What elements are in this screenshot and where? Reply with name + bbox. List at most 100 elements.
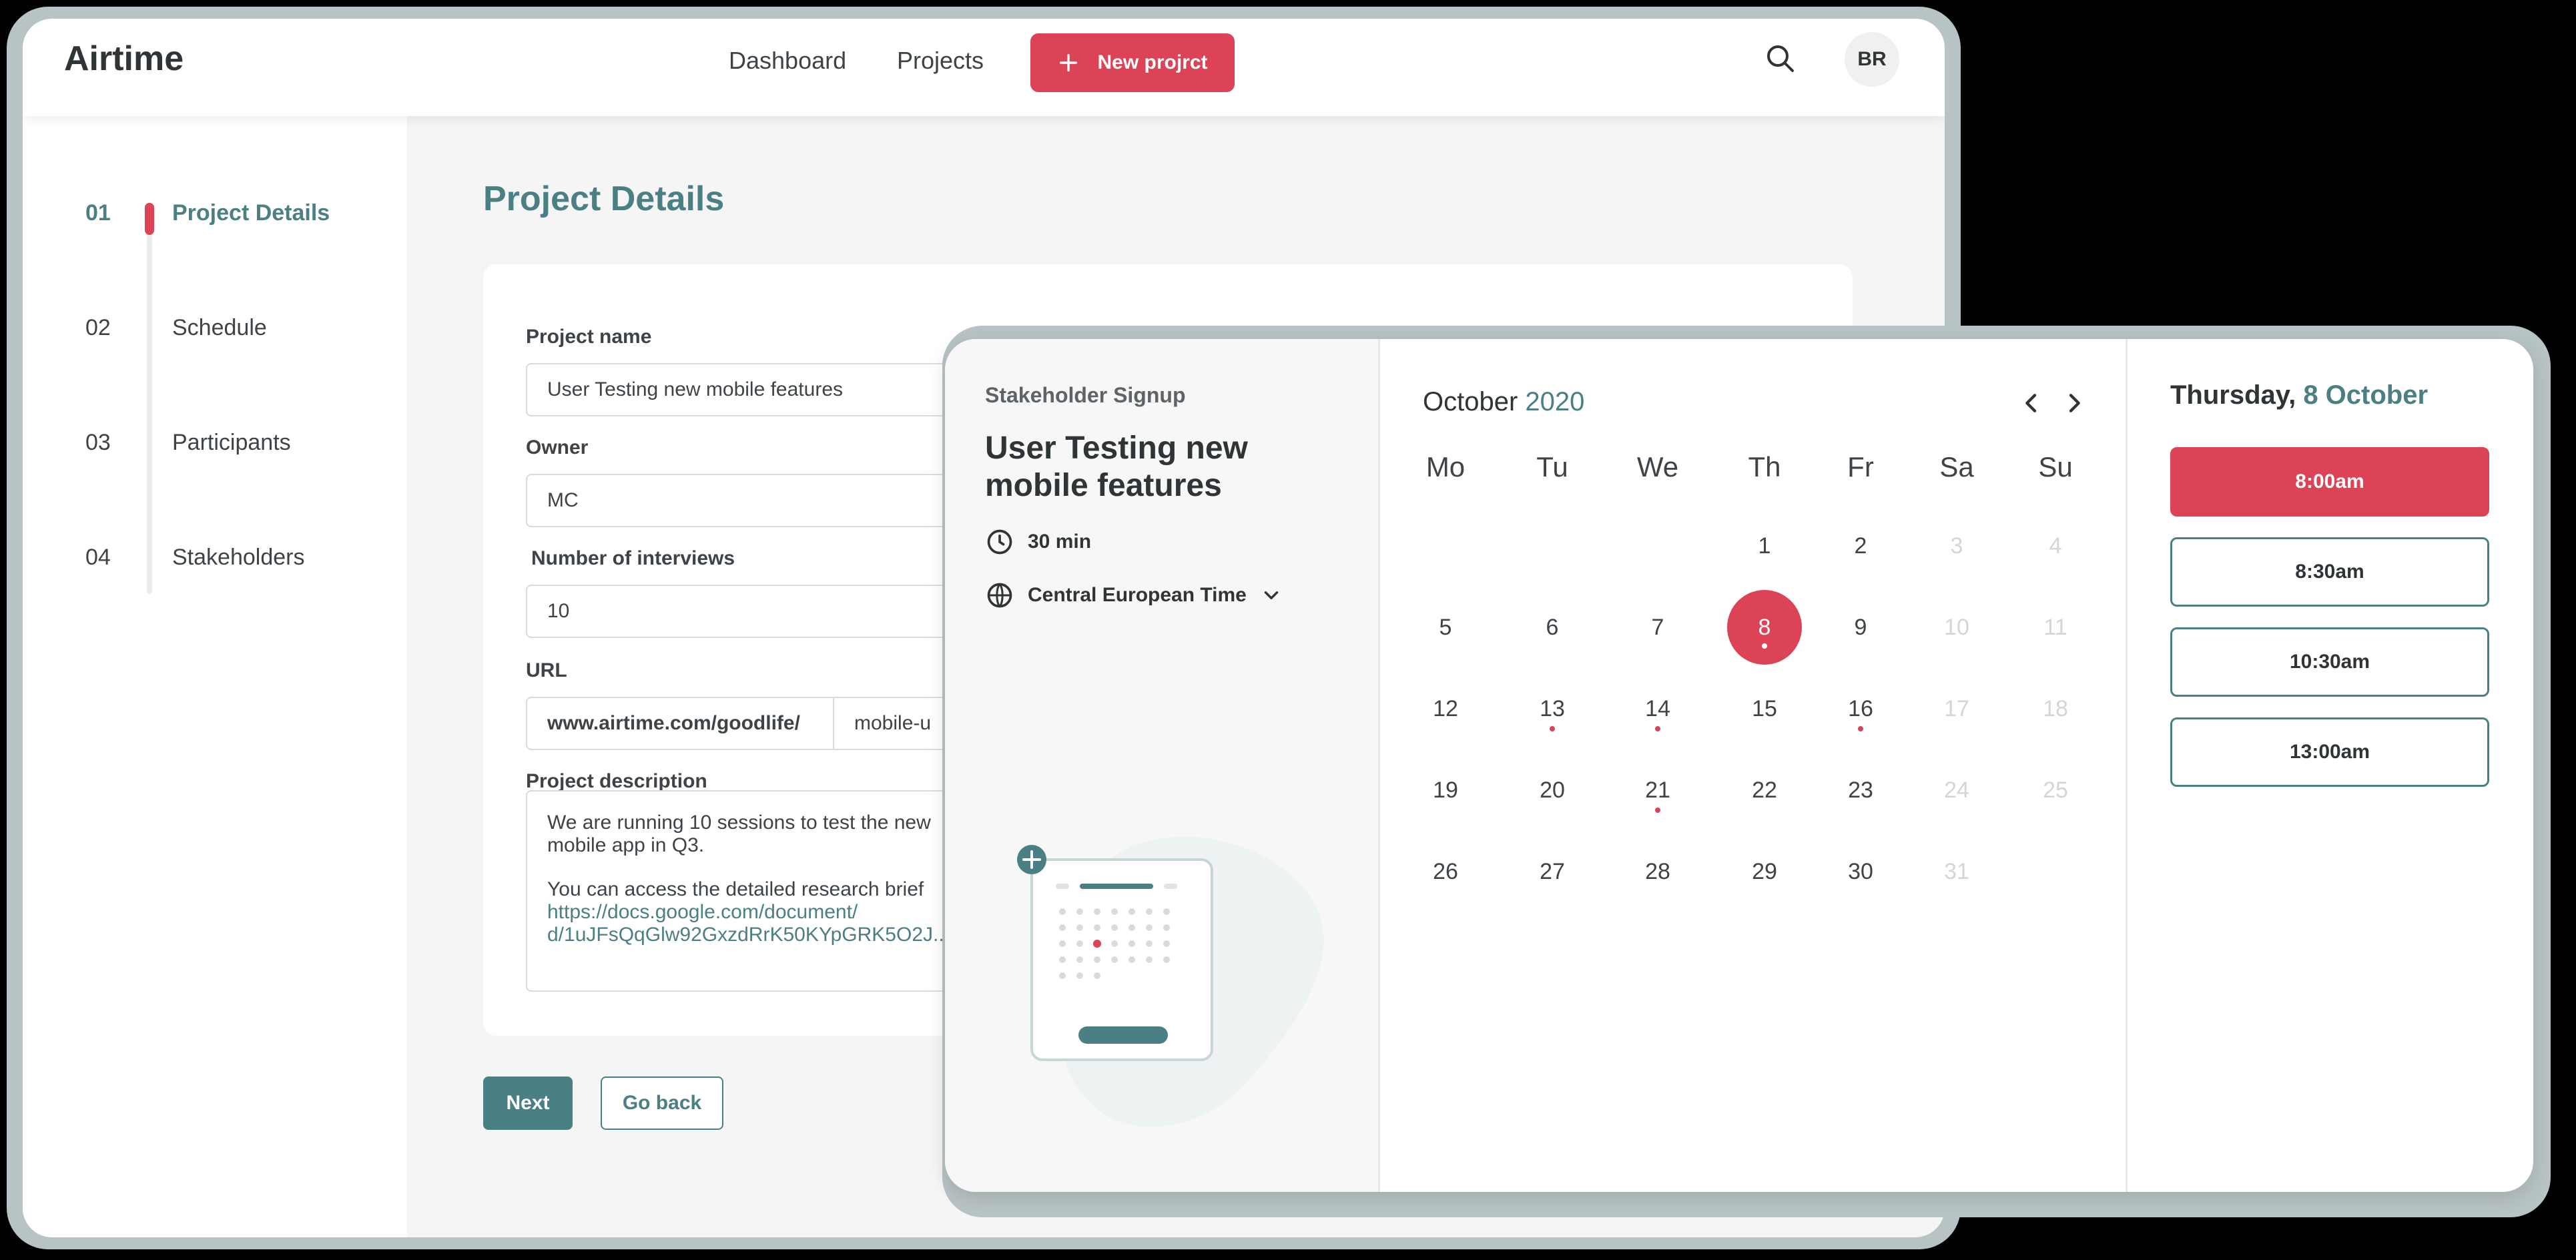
calendar-day: 3 [1950, 533, 1963, 559]
booking-window: Stakeholder Signup User Testing new mobi… [945, 339, 2533, 1192]
calendar-day: 18 [2043, 695, 2068, 721]
calendar-day: 11 [2043, 614, 2067, 640]
calendar-day[interactable]: 13 [1512, 669, 1592, 749]
avatar[interactable]: BR [1845, 32, 1899, 87]
project-name-label: Project name [526, 326, 652, 348]
description-line: You can access the detailed research bri… [547, 878, 924, 900]
calendar-day[interactable]: 6 [1512, 587, 1592, 667]
time-slot-button[interactable]: 10:30am [2170, 627, 2489, 697]
interviews-label: Number of interviews [531, 547, 735, 569]
calendar-day-selected[interactable]: 8 [1727, 590, 1802, 665]
calendar-day[interactable]: 28 [1618, 832, 1698, 912]
calendar-day: 31 [1944, 858, 1969, 884]
step-stakeholders[interactable]: 04 Stakeholders [85, 545, 304, 571]
step-label: Stakeholders [172, 545, 305, 570]
weekday-label: Th [1748, 451, 1781, 483]
step-project-details[interactable]: 01 Project Details [85, 200, 330, 226]
calendar-day[interactable]: 15 [1724, 669, 1805, 749]
calendar-day[interactable]: 16 [1821, 669, 1901, 749]
event-info-pane: Stakeholder Signup User Testing new mobi… [945, 339, 1380, 1192]
clock-icon [987, 529, 1012, 555]
step-label: Schedule [172, 315, 267, 340]
page-title: Project Details [483, 180, 725, 218]
new-project-button[interactable]: New projrct [1030, 33, 1235, 92]
calendar-day: 17 [1944, 695, 1969, 721]
availability-dot [1655, 726, 1660, 731]
url-label: URL [526, 659, 567, 681]
step-number: 03 [85, 430, 111, 455]
weekday-label: Su [2038, 451, 2073, 483]
duration-text: 30 min [1028, 531, 1092, 553]
step-number: 02 [85, 315, 111, 340]
calendar-day[interactable]: 2 [1821, 506, 1901, 586]
calendar-day[interactable]: 21 [1618, 750, 1698, 830]
logo[interactable]: Airtime [64, 39, 184, 79]
url-prefix: www.airtime.com/goodlife/ [526, 697, 834, 750]
calendar-month: October [1423, 387, 1518, 416]
chevron-right-icon[interactable] [2061, 390, 2087, 416]
step-participants[interactable]: 03 Participants [85, 430, 291, 456]
calendar-day[interactable]: 27 [1512, 832, 1592, 912]
event-title: User Testing new mobile features [985, 430, 1248, 503]
time-slot-button[interactable]: 8:30am [2170, 537, 2489, 607]
availability-dot [1550, 726, 1555, 731]
calendar-day[interactable]: 5 [1405, 587, 1486, 667]
time-slot-pane: Thursday, 8 October 8:00am 8:30am 10:30am 1… [2128, 339, 2533, 1192]
plus-icon [1060, 53, 1078, 72]
selected-weekday: Thursday, [2170, 380, 2296, 410]
calendar-month-label: October 2020 [1423, 387, 1584, 417]
calendar-day[interactable]: 14 [1618, 669, 1698, 749]
chevron-left-icon[interactable] [2018, 390, 2045, 416]
calendar-day[interactable]: 20 [1512, 750, 1592, 830]
calendar-day[interactable]: 7 [1618, 587, 1698, 667]
globe-icon [987, 583, 1012, 608]
nav-dashboard[interactable]: Dashboard [729, 47, 846, 75]
weekday-label: Sa [1939, 451, 1974, 483]
description-line: mobile app in Q3. [547, 834, 705, 856]
calendar-day[interactable]: 26 [1405, 832, 1486, 912]
calendar-day: 10 [1944, 614, 1969, 640]
step-label: Project Details [172, 200, 330, 226]
selected-date: 8 October [2303, 380, 2429, 410]
availability-dot [1762, 643, 1767, 649]
time-slot-button[interactable]: 13:00am [2170, 717, 2489, 787]
steps-sidebar: 01 Project Details 02 Schedule 03 Partic… [23, 116, 407, 1237]
steps-progress-track [147, 203, 152, 594]
time-slot-button[interactable]: 8:00am [2170, 447, 2489, 517]
go-back-button[interactable]: Go back [601, 1076, 723, 1130]
nav-projects[interactable]: Projects [897, 47, 984, 75]
availability-dot [1655, 808, 1660, 813]
weekday-label: Mo [1425, 451, 1466, 483]
calendar-day[interactable]: 23 [1821, 750, 1901, 830]
owner-label: Owner [526, 436, 589, 458]
step-number: 04 [85, 545, 111, 570]
calendar-day: 25 [2043, 777, 2068, 803]
weekday-label: We [1636, 451, 1679, 483]
calendar-day[interactable]: 30 [1821, 832, 1901, 912]
step-schedule[interactable]: 02 Schedule [85, 315, 267, 341]
top-navbar: Airtime Dashboard Projects New projrct B… [23, 19, 1945, 116]
next-button[interactable]: Next [483, 1076, 573, 1130]
calendar-day[interactable]: 1 [1724, 506, 1805, 586]
calendar-day[interactable]: 9 [1821, 587, 1901, 667]
new-project-label: New projrct [1097, 51, 1208, 73]
calendar-pane: October 2020 Mo Tu We Th Fr Sa Su 1 2 3 4 5 6 7 8 9 10 1… [1380, 339, 2128, 1192]
calendar-day[interactable]: 29 [1724, 832, 1805, 912]
timezone-text: Central European Time [1028, 584, 1247, 606]
weekday-label: Fr [1847, 451, 1874, 483]
calendar-day: 4 [2049, 533, 2062, 559]
availability-dot [1858, 726, 1863, 731]
selected-date-heading: Thursday, 8 October [2170, 380, 2428, 410]
calendar-day[interactable]: 12 [1405, 669, 1486, 749]
timezone-select[interactable]: Central European Time [985, 581, 1283, 610]
description-line: We are running 10 sessions to test the n… [547, 812, 931, 834]
calendar-year: 2020 [1525, 387, 1585, 416]
weekday-label: Tu [1536, 451, 1568, 483]
duration-row: 30 min [985, 527, 1091, 557]
calendar-day[interactable]: 19 [1405, 750, 1486, 830]
calendar-day: 24 [1944, 777, 1969, 803]
calendar-day[interactable]: 22 [1724, 750, 1805, 830]
search-icon[interactable] [1764, 43, 1797, 75]
description-label: Project description [526, 770, 707, 792]
chevron-down-icon [1264, 591, 1279, 599]
